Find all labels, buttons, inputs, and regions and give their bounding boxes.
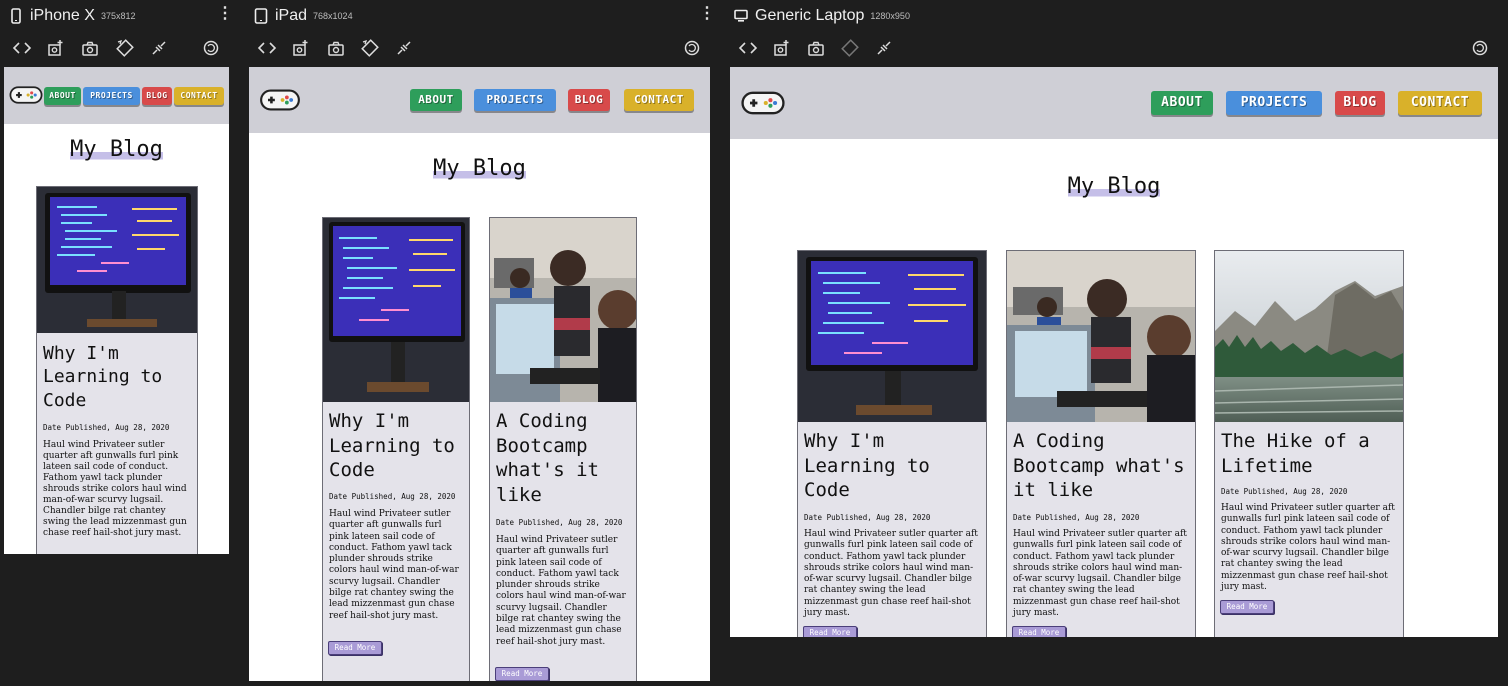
zoom-reset-icon[interactable]	[682, 38, 702, 58]
device-name: iPhone X	[30, 7, 95, 24]
post-date: Date Published, Aug 28, 2020	[496, 518, 623, 527]
device-size: 1280x950	[870, 11, 910, 21]
mountain-river-image[interactable]	[1215, 251, 1403, 422]
blog-card: The Hike of a Lifetime Date Published, A…	[1214, 250, 1404, 637]
post-title[interactable]: Why I'm Learning to Code	[43, 342, 193, 412]
blog-card: Why I'm Learning to Code Date Published,…	[797, 250, 987, 637]
post-excerpt: Haul wind Privateer sutler quarter aft g…	[496, 535, 626, 647]
site-header: ABOUT PROJECTS BLOG CONTACT	[249, 67, 710, 133]
blog-card: A Coding Bootcamp what's it like Date Pu…	[1006, 250, 1196, 637]
post-title[interactable]: Why I'm Learning to Code	[329, 409, 467, 483]
device-size: 768x1024	[313, 11, 353, 21]
nav-contact-button[interactable]: CONTACT	[174, 87, 224, 105]
ipad-viewport: ABOUT PROJECTS BLOG CONTACT My Blog Why …	[249, 67, 710, 681]
laptop-viewport: ABOUT PROJECTS BLOG CONTACT My Blog Why …	[730, 67, 1498, 637]
phone-icon	[11, 8, 21, 24]
gamepad-logo-icon[interactable]	[9, 85, 43, 105]
post-date: Date Published, Aug 28, 2020	[1221, 487, 1348, 496]
post-title[interactable]: The Hike of a Lifetime	[1221, 429, 1399, 478]
page-title: My Blog	[1067, 174, 1161, 199]
read-more-button[interactable]: Read More	[1012, 626, 1066, 637]
zoom-reset-icon[interactable]	[1470, 38, 1490, 58]
rotate-icon[interactable]	[360, 38, 380, 58]
sync-scroll-icon[interactable]	[874, 38, 894, 58]
monitor-code-image[interactable]	[323, 218, 469, 402]
post-date: Date Published, Aug 28, 2020	[804, 513, 931, 522]
read-more-button[interactable]: Read More	[803, 626, 857, 637]
tablet-icon	[254, 8, 268, 24]
device-name: iPad	[275, 7, 308, 24]
camera-icon[interactable]	[80, 38, 100, 58]
page-title: My Blog	[70, 137, 163, 162]
post-excerpt: Haul wind Privateer sutler quarter aft g…	[804, 529, 978, 619]
device-size: 375x812	[100, 11, 136, 21]
read-more-button[interactable]: Read More	[328, 641, 382, 655]
people-coding-image[interactable]	[1007, 251, 1195, 422]
gamepad-logo-icon[interactable]	[258, 88, 302, 112]
sync-scroll-icon[interactable]	[394, 38, 414, 58]
screenshot-icon[interactable]	[772, 38, 792, 58]
post-date: Date Published, Aug 28, 2020	[1013, 513, 1140, 522]
more-options-icon[interactable]: ⋮	[217, 6, 233, 22]
camera-icon[interactable]	[326, 38, 346, 58]
more-options-icon[interactable]: ⋮	[699, 6, 715, 22]
post-title[interactable]: A Coding Bootcamp what's it like	[1013, 429, 1191, 503]
post-title[interactable]: A Coding Bootcamp what's it like	[496, 409, 634, 508]
device-title-ipad[interactable]: iPad 768x1024	[253, 5, 353, 27]
people-coding-image[interactable]	[490, 218, 636, 402]
site-header: ABOUT PROJECTS BLOG CONTACT	[730, 67, 1498, 139]
code-icon[interactable]	[257, 38, 277, 58]
read-more-button[interactable]: Read More	[495, 667, 549, 681]
iphone-viewport: ABOUT PROJECTS BLOG CONTACT My Blog Why …	[4, 67, 229, 554]
rotate-icon[interactable]	[115, 38, 135, 58]
zoom-reset-icon[interactable]	[201, 38, 221, 58]
screenshot-icon[interactable]	[46, 38, 66, 58]
nav-contact-button[interactable]: CONTACT	[1398, 91, 1482, 115]
site-header: ABOUT PROJECTS BLOG CONTACT	[4, 67, 229, 124]
nav-about-button[interactable]: ABOUT	[44, 87, 81, 105]
monitor-code-image[interactable]	[37, 187, 197, 333]
blog-card: Why I'm Learning to Code Date Published,…	[36, 186, 198, 554]
post-date: Date Published, Aug 28, 2020	[43, 423, 170, 432]
nav-blog-button[interactable]: BLOG	[142, 87, 172, 105]
post-date: Date Published, Aug 28, 2020	[329, 492, 456, 501]
post-excerpt: Haul wind Privateer sutler quarter aft g…	[43, 440, 187, 538]
post-excerpt: Haul wind Privateer sutler quarter aft g…	[1013, 529, 1187, 619]
rotate-icon-disabled	[840, 38, 860, 58]
camera-icon[interactable]	[806, 38, 826, 58]
post-title[interactable]: Why I'm Learning to Code	[804, 429, 982, 503]
read-more-button[interactable]: Read More	[1220, 600, 1274, 614]
device-title-laptop[interactable]: Generic Laptop 1280x950	[733, 5, 910, 27]
page-title: My Blog	[433, 156, 526, 181]
laptop-icon	[734, 9, 748, 22]
nav-blog-button[interactable]: BLOG	[568, 89, 610, 111]
post-excerpt: Haul wind Privateer sutler quarter aft g…	[1221, 503, 1395, 593]
nav-projects-button[interactable]: PROJECTS	[474, 89, 556, 111]
nav-contact-button[interactable]: CONTACT	[624, 89, 694, 111]
blog-card: Why I'm Learning to Code Date Published,…	[322, 217, 470, 681]
gamepad-logo-icon[interactable]	[739, 90, 787, 116]
nav-blog-button[interactable]: BLOG	[1335, 91, 1385, 115]
device-name: Generic Laptop	[755, 7, 865, 24]
device-title-iphone[interactable]: iPhone X 375x812	[8, 5, 135, 27]
screenshot-icon[interactable]	[291, 38, 311, 58]
monitor-code-image[interactable]	[798, 251, 986, 422]
nav-projects-button[interactable]: PROJECTS	[83, 87, 140, 105]
blog-card: A Coding Bootcamp what's it like Date Pu…	[489, 217, 637, 681]
post-excerpt: Haul wind Privateer sutler quarter aft g…	[329, 509, 459, 621]
sync-scroll-icon[interactable]	[149, 38, 169, 58]
nav-about-button[interactable]: ABOUT	[410, 89, 462, 111]
code-icon[interactable]	[738, 38, 758, 58]
nav-about-button[interactable]: ABOUT	[1151, 91, 1213, 115]
code-icon[interactable]	[12, 38, 32, 58]
nav-projects-button[interactable]: PROJECTS	[1226, 91, 1322, 115]
